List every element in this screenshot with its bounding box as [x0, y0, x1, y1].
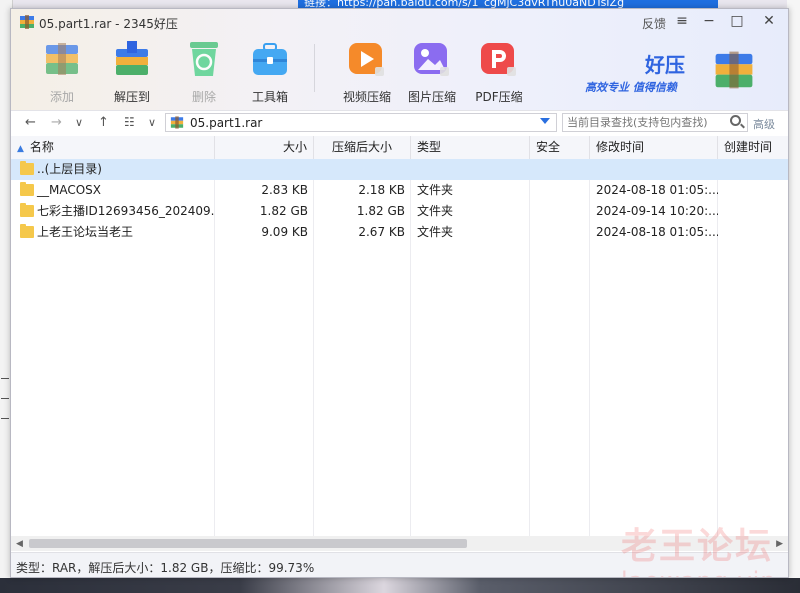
- back-arrow-icon[interactable]: ←: [25, 115, 36, 130]
- scroll-left-icon[interactable]: ◀: [16, 539, 23, 549]
- brand-logo: 好压 高效专业 值得信赖: [577, 47, 777, 97]
- background-desktop: [0, 578, 800, 593]
- scrollbar-thumb[interactable]: [29, 539, 467, 548]
- file-size: 2.83 KB: [261, 183, 308, 197]
- view-mode-icon[interactable]: ☷: [124, 115, 135, 129]
- brand-slogan: 高效专业 值得信赖: [585, 81, 677, 94]
- file-modified: 2024-08-18 01:05:...: [596, 183, 718, 197]
- maximize-button[interactable]: □: [726, 13, 748, 29]
- path-text: 05.part1.rar: [190, 116, 263, 130]
- video-compress-label: 视频压缩: [342, 90, 391, 104]
- navigation-bar: ← → ∨ ↑ ☷ ∨ 05.part1.rar 高级: [11, 110, 788, 137]
- close-button[interactable]: ✕: [758, 13, 780, 29]
- add-button[interactable]: 添加: [30, 39, 94, 105]
- table-row-parent[interactable]: ..(上层目录): [11, 159, 788, 180]
- file-packed-size: 2.18 KB: [358, 183, 405, 197]
- add-archive-icon: [46, 43, 78, 75]
- table-row[interactable]: __MACOSX 2.83 KB 2.18 KB 文件夹 2024-08-18 …: [11, 180, 788, 201]
- toolbox-icon: [253, 43, 287, 75]
- brand-archive-icon: [715, 51, 753, 89]
- file-modified: 2024-09-14 10:20:...: [596, 204, 718, 218]
- menu-icon[interactable]: ≡: [671, 13, 693, 29]
- file-modified: 2024-08-18 01:05:...: [596, 225, 718, 239]
- file-size: 1.82 GB: [259, 204, 308, 218]
- window-title: 05.part1.rar - 2345好压: [39, 17, 178, 31]
- path-bar[interactable]: 05.part1.rar: [165, 113, 557, 132]
- archive-icon: [170, 116, 184, 129]
- extract-button[interactable]: 解压到: [100, 39, 164, 105]
- file-type: 文件夹: [417, 183, 454, 197]
- banner-text: 链接：https://pan.baidu.com/s/1_cgMjC3dvRTh…: [304, 0, 625, 8]
- file-list: ▲ 名称 大小 压缩后大小 类型 安全 修改时间 创建时间 ..(上层目录) __…: [11, 136, 788, 536]
- view-dropdown-icon[interactable]: ∨: [148, 116, 156, 129]
- tools-button[interactable]: 工具箱: [238, 39, 302, 105]
- background-banner: 链接：https://pan.baidu.com/s/1_cgMjC3dvRTh…: [298, 0, 718, 8]
- column-header-size[interactable]: 大小: [215, 136, 314, 159]
- advanced-search-link[interactable]: 高级: [753, 116, 775, 132]
- column-header-modified[interactable]: 修改时间: [590, 136, 718, 159]
- image-compress-icon: [414, 43, 449, 76]
- file-name: 七彩主播ID12693456_202409...: [37, 204, 215, 218]
- column-header-created[interactable]: 创建时间: [718, 136, 788, 159]
- recycle-bin-icon: [190, 42, 218, 76]
- forward-arrow-icon[interactable]: →: [51, 115, 62, 130]
- file-packed-size: 2.67 KB: [358, 225, 405, 239]
- column-header-row: ▲ 名称 大小 压缩后大小 类型 安全 修改时间 创建时间: [11, 136, 788, 160]
- search-input[interactable]: [562, 113, 748, 132]
- extract-label: 解压到: [113, 90, 150, 104]
- column-header-name-label: 名称: [29, 140, 54, 154]
- table-row[interactable]: 七彩主播ID12693456_202409... 1.82 GB 1.82 GB…: [11, 201, 788, 222]
- minimize-button[interactable]: −: [698, 13, 720, 29]
- extract-icon: [116, 41, 148, 75]
- tools-label: 工具箱: [251, 90, 288, 104]
- delete-label: 删除: [191, 90, 216, 104]
- column-header-type[interactable]: 类型: [411, 136, 530, 159]
- image-compress-button[interactable]: 图片压缩: [400, 39, 464, 105]
- video-compress-icon: [349, 43, 384, 76]
- video-compress-button[interactable]: 视频压缩: [335, 39, 399, 105]
- toolbar-divider: [314, 44, 315, 92]
- file-type: 文件夹: [417, 204, 454, 218]
- status-bar: 类型：RAR，解压后大小：1.82 GB，压缩比：99.73%: [11, 552, 788, 577]
- archive-icon: [20, 15, 34, 29]
- app-window: 05.part1.rar - 2345好压 反馈 ≡ − □ ✕ 添加 解压到: [10, 8, 789, 578]
- file-name: __MACOSX: [37, 183, 102, 197]
- title-toolbar-area: 05.part1.rar - 2345好压 反馈 ≡ − □ ✕ 添加 解压到: [11, 9, 788, 110]
- delete-button[interactable]: 删除: [172, 39, 236, 105]
- feedback-link[interactable]: 反馈: [642, 15, 666, 32]
- column-header-name[interactable]: ▲ 名称: [11, 136, 215, 159]
- file-size: 9.09 KB: [261, 225, 308, 239]
- file-type: 文件夹: [417, 225, 454, 239]
- column-header-packed[interactable]: 压缩后大小: [314, 136, 411, 159]
- horizontal-scrollbar[interactable]: ◀ ▶: [11, 536, 788, 551]
- scroll-right-icon[interactable]: ▶: [776, 539, 783, 549]
- pdf-compress-label: PDF压缩: [475, 90, 523, 104]
- sort-up-icon: ▲: [17, 144, 24, 154]
- add-label: 添加: [49, 90, 74, 104]
- status-text: 类型：RAR，解压后大小：1.82 GB，压缩比：99.73%: [16, 561, 315, 575]
- column-header-security[interactable]: 安全: [530, 136, 590, 159]
- file-name: ..(上层目录): [37, 162, 102, 176]
- pdf-compress-button[interactable]: PDF压缩: [467, 39, 531, 105]
- file-name: 上老王论坛当老王: [37, 225, 134, 239]
- search-icon[interactable]: [730, 115, 741, 126]
- up-arrow-icon[interactable]: ↑: [98, 115, 109, 130]
- path-dropdown-icon[interactable]: [540, 118, 550, 124]
- image-compress-label: 图片压缩: [407, 90, 456, 104]
- table-row[interactable]: 上老王论坛当老王 9.09 KB 2.67 KB 文件夹 2024-08-18 …: [11, 222, 788, 243]
- brand-name: 好压: [645, 53, 685, 77]
- history-dropdown-icon[interactable]: ∨: [75, 116, 83, 129]
- pdf-compress-icon: [481, 43, 516, 76]
- file-packed-size: 1.82 GB: [356, 204, 405, 218]
